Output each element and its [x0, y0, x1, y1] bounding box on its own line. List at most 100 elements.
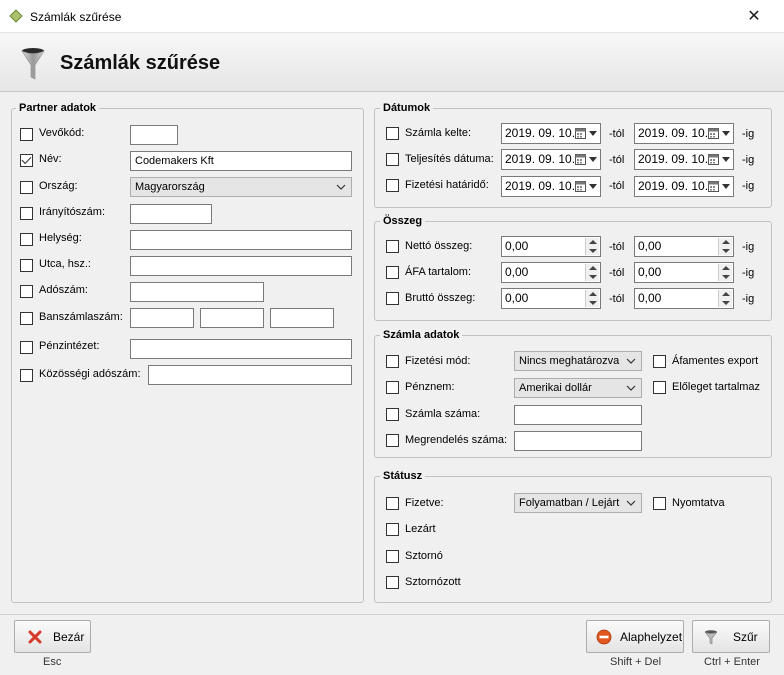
close-shortcut: Esc: [43, 656, 62, 668]
teljesites-from-date[interactable]: 2019. 09. 10.: [501, 149, 601, 170]
fizetesi-hatarido-from-date[interactable]: 2019. 09. 10.: [501, 176, 601, 197]
sztornozott-checkbox[interactable]: [386, 576, 399, 589]
kozossegi-checkbox[interactable]: [20, 369, 33, 382]
number-value: 0,00: [638, 265, 662, 279]
chevron-down-icon: [626, 500, 636, 506]
eloleg-label: Előleget tartalmaz: [672, 381, 761, 393]
szamla-kelte-checkbox[interactable]: [386, 127, 399, 140]
fizetesi-hatarido-to-date[interactable]: 2019. 09. 10.: [634, 176, 734, 197]
fizetesi-mod-select[interactable]: Nincs meghatározva: [514, 351, 642, 371]
netto-to-input[interactable]: 0,00: [634, 236, 734, 257]
fizetesi-hatarido-checkbox[interactable]: [386, 179, 399, 192]
kozossegi-input[interactable]: [148, 365, 352, 385]
to-suffix: -ig: [742, 241, 755, 253]
date-value: 2019. 09. 10.: [638, 179, 709, 193]
netto-from-input[interactable]: 0,00: [501, 236, 601, 257]
afa-checkbox[interactable]: [386, 266, 399, 279]
vevokod-input[interactable]: [130, 125, 178, 145]
adoszam-checkbox[interactable]: [20, 285, 33, 298]
teljesites-checkbox[interactable]: [386, 153, 399, 166]
netto-checkbox[interactable]: [386, 240, 399, 253]
utca-input[interactable]: [130, 256, 352, 276]
nyomtatva-checkbox[interactable]: [653, 497, 666, 510]
utca-checkbox[interactable]: [20, 259, 33, 272]
spinner-buttons[interactable]: [718, 290, 732, 307]
brutto-checkbox[interactable]: [386, 292, 399, 305]
bankszamla-checkbox[interactable]: [20, 312, 33, 325]
szamla-kelte-to-date[interactable]: 2019. 09. 10.: [634, 123, 734, 144]
fizetesi-mod-checkbox[interactable]: [386, 355, 399, 368]
afa-from-input[interactable]: 0,00: [501, 262, 601, 283]
dropdown-arrow-icon: [589, 157, 597, 162]
brutto-to-input[interactable]: 0,00: [634, 288, 734, 309]
close-button[interactable]: Bezár: [14, 620, 91, 653]
helyseg-checkbox[interactable]: [20, 233, 33, 246]
reset-button[interactable]: Alaphelyzet: [586, 620, 684, 653]
eloleg-checkbox[interactable]: [653, 381, 666, 394]
close-x-icon: [28, 630, 42, 643]
brutto-from-input[interactable]: 0,00: [501, 288, 601, 309]
window-close-button[interactable]: ✕: [741, 4, 767, 28]
calendar-icon: [575, 154, 586, 165]
chevron-down-icon: [336, 184, 346, 190]
bankszamla-input-3[interactable]: [270, 308, 334, 328]
iranyitoszam-checkbox[interactable]: [20, 207, 33, 220]
date-value: 2019. 09. 10.: [505, 152, 576, 166]
dialog-header: Számlák szűrése: [0, 33, 784, 92]
utca-label: Utca, hsz.:: [39, 258, 91, 270]
helyseg-input[interactable]: [130, 230, 352, 250]
iranyitoszam-input[interactable]: [130, 204, 212, 224]
teljesites-label: Teljesítés dátuma:: [405, 153, 494, 165]
spinner-buttons[interactable]: [585, 264, 599, 281]
statusz-group-legend: Státusz: [380, 470, 426, 482]
kozossegi-label: Közösségi adószám:: [39, 368, 141, 380]
window-title: Számlák szűrése: [30, 10, 122, 24]
from-suffix: -tól: [609, 241, 625, 253]
afamentes-checkbox[interactable]: [653, 355, 666, 368]
fizetve-value: Folyamatban / Lejárt: [519, 497, 620, 509]
spinner-buttons[interactable]: [585, 290, 599, 307]
spinner-buttons[interactable]: [718, 264, 732, 281]
szamla-szama-checkbox[interactable]: [386, 408, 399, 421]
megrendeles-input[interactable]: [514, 431, 642, 451]
fizetve-checkbox[interactable]: [386, 497, 399, 510]
nev-label: Név:: [39, 153, 62, 165]
bankszamla-input-1[interactable]: [130, 308, 194, 328]
nev-input[interactable]: Codemakers Kft: [130, 151, 352, 171]
to-suffix: -ig: [742, 154, 755, 166]
from-suffix: -tól: [609, 293, 625, 305]
dropdown-arrow-icon: [589, 184, 597, 189]
megrendeles-checkbox[interactable]: [386, 434, 399, 447]
afa-label: ÁFA tartalom:: [405, 266, 472, 278]
adoszam-input[interactable]: [130, 282, 264, 302]
calendar-icon: [575, 128, 586, 139]
partner-group-legend: Partner adatok: [16, 102, 100, 114]
penzintezet-checkbox[interactable]: [20, 341, 33, 354]
vevokod-label: Vevőkód:: [39, 127, 85, 139]
orszag-checkbox[interactable]: [20, 181, 33, 194]
lezart-label: Lezárt: [405, 523, 436, 535]
from-suffix: -tól: [609, 267, 625, 279]
penzintezet-input[interactable]: [130, 339, 352, 359]
fizetve-label: Fizetve:: [405, 497, 444, 509]
fizetve-select[interactable]: Folyamatban / Lejárt: [514, 493, 642, 513]
penznem-select[interactable]: Amerikai dollár: [514, 378, 642, 398]
sztorno-checkbox[interactable]: [386, 550, 399, 563]
lezart-checkbox[interactable]: [386, 523, 399, 536]
from-suffix: -tól: [609, 128, 625, 140]
afa-to-input[interactable]: 0,00: [634, 262, 734, 283]
spinner-buttons[interactable]: [585, 238, 599, 255]
szamla-kelte-from-date[interactable]: 2019. 09. 10.: [501, 123, 601, 144]
fizetesi-hatarido-label: Fizetési határidő:: [405, 179, 489, 191]
bankszamla-input-2[interactable]: [200, 308, 264, 328]
teljesites-to-date[interactable]: 2019. 09. 10.: [634, 149, 734, 170]
nev-checkbox[interactable]: [20, 154, 33, 167]
szamla-szama-input[interactable]: [514, 405, 642, 425]
number-value: 0,00: [505, 265, 529, 279]
number-value: 0,00: [638, 239, 662, 253]
vevokod-checkbox[interactable]: [20, 128, 33, 141]
orszag-select[interactable]: Magyarország: [130, 177, 352, 197]
filter-button[interactable]: Szűr: [692, 620, 770, 653]
spinner-buttons[interactable]: [718, 238, 732, 255]
penznem-checkbox[interactable]: [386, 381, 399, 394]
